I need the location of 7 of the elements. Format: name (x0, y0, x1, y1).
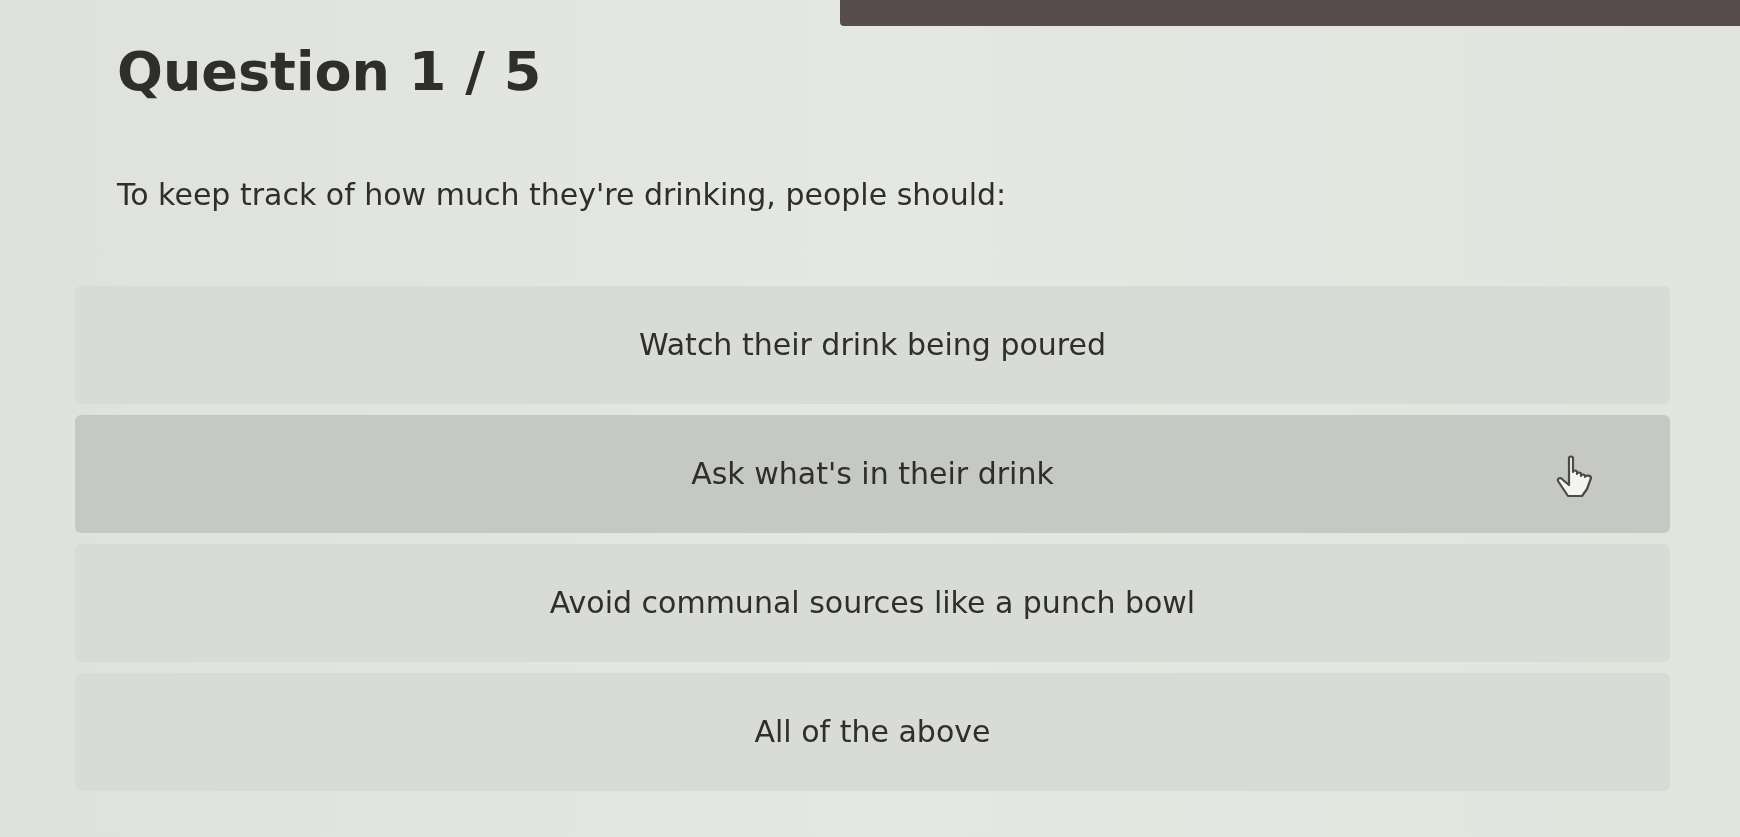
question-text: To keep track of how much they're drinking, people should: (117, 175, 1008, 214)
answer-option-button[interactable]: Ask what's in their drink (75, 414, 1670, 533)
question-number-title: Question 1 / 5 (117, 40, 543, 105)
answer-option-button[interactable]: Watch their drink being poured (75, 285, 1670, 404)
answer-option-button[interactable]: All of the above (75, 672, 1670, 791)
answer-option-button[interactable]: Avoid communal sources like a punch bowl (75, 543, 1670, 662)
hand-cursor-icon (1554, 454, 1594, 499)
